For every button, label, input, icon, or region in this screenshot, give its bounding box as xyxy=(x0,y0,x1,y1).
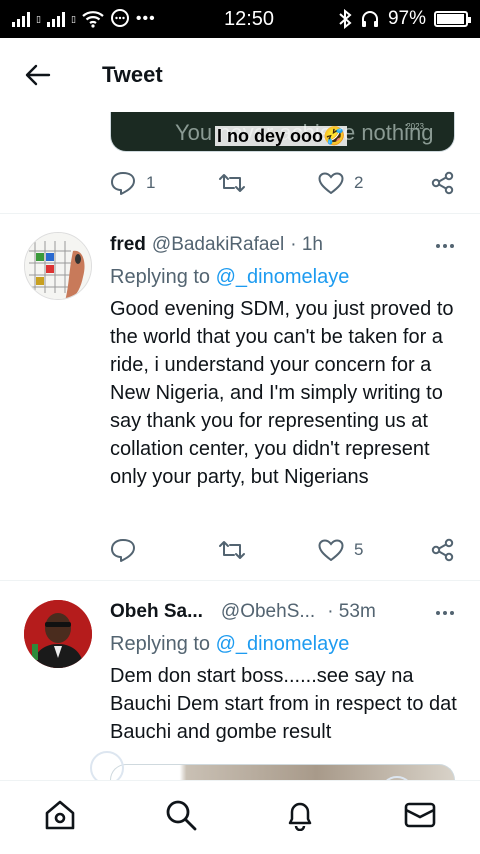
nav-messages[interactable] xyxy=(404,801,436,834)
like-count: 5 xyxy=(354,540,364,559)
bluetooth-icon xyxy=(339,9,352,29)
headphones-icon xyxy=(361,11,378,27)
divider xyxy=(0,213,480,214)
reply-count: 1 xyxy=(146,173,156,192)
bottom-navigation xyxy=(0,780,480,854)
display-name[interactable]: fred xyxy=(110,234,146,256)
status-icons-left: ▯ ▯ ••• xyxy=(12,9,202,29)
status-bar: ▯ ▯ ••• 12:50 97% xyxy=(0,0,480,38)
replying-to: Replying to @_dinomelaye xyxy=(110,266,349,289)
reply-icon xyxy=(111,172,135,195)
back-button[interactable] xyxy=(0,64,76,86)
nav-home[interactable] xyxy=(44,800,76,835)
nav-notifications[interactable] xyxy=(285,799,315,836)
replying-to: Replying to @_dinomelaye xyxy=(110,633,349,656)
retweet-button[interactable] xyxy=(218,539,318,561)
tweet-header: Obeh Sa... @ObehS... · 53m xyxy=(110,601,456,623)
media-caption: I no dey ooo🤣 xyxy=(215,126,348,146)
sim-icon: ▯ xyxy=(36,13,41,24)
sim-2-icon: ▯ xyxy=(70,13,76,24)
heart-icon xyxy=(318,539,344,561)
page-title: Tweet xyxy=(102,62,163,87)
messages-icon xyxy=(404,802,436,828)
tweet-time: · 53m xyxy=(327,601,376,622)
user-handle[interactable]: @BadakiRafael xyxy=(152,234,284,256)
avatar-image-icon xyxy=(25,233,91,299)
like-count: 2 xyxy=(354,173,364,192)
avatar-image-icon xyxy=(24,600,92,668)
battery-percent: 97% xyxy=(387,8,426,29)
retweet-icon xyxy=(219,174,245,192)
tweet-time: · 1h xyxy=(290,234,323,255)
mention-link[interactable]: @_dinomelaye xyxy=(216,266,350,288)
status-time: 12:50 xyxy=(224,7,275,30)
more-notifications-icon: ••• xyxy=(135,10,156,27)
replying-to-label: Replying to xyxy=(110,633,211,655)
reply-button[interactable] xyxy=(110,538,218,562)
share-icon xyxy=(431,538,454,562)
replying-to-label: Replying to xyxy=(110,266,211,288)
avatar[interactable] xyxy=(24,600,92,668)
top-app-bar: Tweet xyxy=(0,38,480,112)
display-name[interactable]: Obeh Sa... xyxy=(110,601,203,623)
battery-icon xyxy=(434,11,471,27)
user-handle[interactable]: @ObehS... xyxy=(221,601,315,623)
tweet-media-image[interactable]: You never achieve nothing I no dey ooo🤣 … xyxy=(110,112,455,152)
wifi-icon xyxy=(82,11,104,28)
share-button[interactable] xyxy=(431,171,455,195)
notifications-icon xyxy=(289,802,312,832)
tweet-text: Good evening SDM, you just proved to the… xyxy=(110,298,454,488)
like-button[interactable]: 2 xyxy=(318,172,426,194)
like-button[interactable]: 5 xyxy=(318,539,426,561)
retweet-button[interactable] xyxy=(218,172,318,194)
media-small-text: 2023 xyxy=(406,122,424,131)
tweet-text: Dem don start boss......see say na Bauch… xyxy=(110,665,457,743)
share-button[interactable] xyxy=(431,538,455,562)
reply-button[interactable]: 1 xyxy=(110,171,218,195)
share-icon xyxy=(431,171,454,195)
more-options-icon[interactable] xyxy=(436,244,454,248)
signal-icon xyxy=(12,11,30,27)
back-arrow-icon xyxy=(25,64,51,86)
mention-link[interactable]: @_dinomelaye xyxy=(216,633,350,655)
more-options-icon[interactable] xyxy=(436,611,454,615)
retweet-icon xyxy=(219,541,245,559)
search-icon xyxy=(166,800,197,831)
chat-bubble-icon xyxy=(110,9,129,27)
nav-search[interactable] xyxy=(165,799,197,836)
signal-2-icon xyxy=(46,11,65,27)
tweet-actions: 5 xyxy=(110,535,455,565)
tweet-actions: 1 2 xyxy=(110,168,455,198)
divider xyxy=(0,580,480,581)
avatar[interactable] xyxy=(24,232,92,300)
reply-icon xyxy=(111,539,135,562)
heart-icon xyxy=(318,172,344,194)
tweet-header: fred @BadakiRafael · 1h xyxy=(110,234,456,256)
home-icon xyxy=(45,800,75,830)
